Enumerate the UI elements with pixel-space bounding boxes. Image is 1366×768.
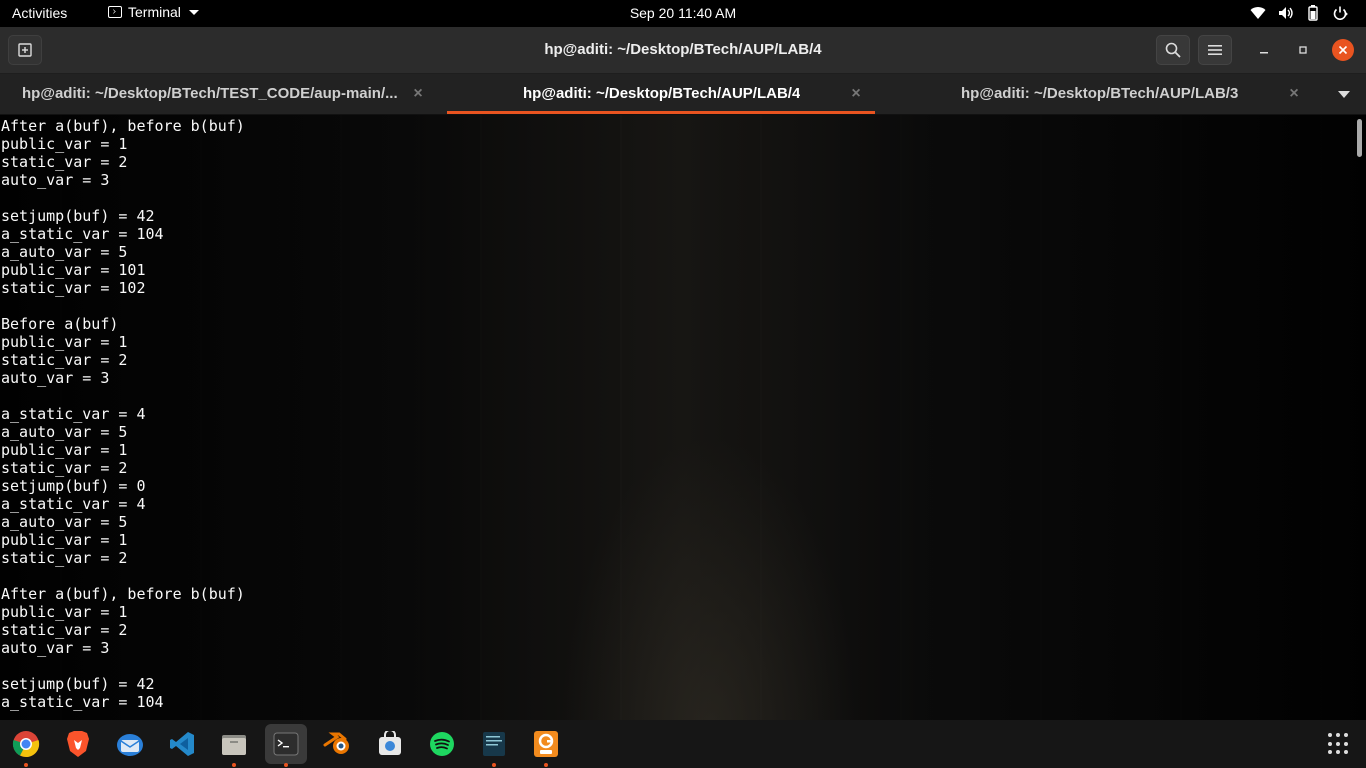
terminal-output-text: After a(buf), before b(buf) public_var =… (1, 117, 245, 711)
running-indicator (544, 763, 548, 767)
wifi-icon (1250, 7, 1266, 20)
power-icon (1333, 6, 1348, 20)
dock-blender[interactable] (317, 724, 359, 764)
files-icon (222, 735, 246, 755)
search-button[interactable] (1156, 35, 1190, 65)
show-applications-icon[interactable] (1328, 733, 1350, 755)
scrollbar-thumb[interactable] (1357, 119, 1362, 157)
dock-pdf-editor[interactable] (525, 724, 567, 767)
tab-list-chevron-icon[interactable] (1338, 91, 1350, 98)
close-button[interactable] (1332, 39, 1354, 61)
thunderbird-icon (117, 734, 143, 756)
chrome-icon (12, 731, 40, 758)
tab-lab-3[interactable]: hp@aditi: ~/Desktop/BTech/AUP/LAB/3 × (875, 74, 1315, 114)
dock-chrome[interactable] (5, 724, 47, 767)
spotify-icon (430, 732, 454, 756)
software-center-icon (379, 731, 401, 755)
dock-thunderbird[interactable] (109, 724, 151, 764)
terminal-output-area[interactable]: After a(buf), before b(buf) public_var =… (0, 115, 1366, 720)
dock-brave[interactable] (57, 724, 99, 764)
tab-close-icon[interactable]: × (1288, 86, 1300, 102)
dock-notes[interactable] (473, 724, 515, 767)
close-icon (1338, 45, 1348, 55)
terminal-icon (273, 732, 299, 756)
tab-aup-main[interactable]: hp@aditi: ~/Desktop/BTech/TEST_CODE/aup-… (0, 74, 447, 114)
pdf-editor-icon (534, 731, 558, 757)
running-indicator (284, 763, 288, 767)
running-indicator (492, 763, 496, 767)
minimize-icon (1260, 52, 1268, 54)
dock-terminal[interactable] (265, 724, 307, 767)
brave-icon (67, 731, 89, 757)
tab-close-icon[interactable]: × (412, 86, 424, 102)
top-bar: Activities Terminal Sep 20 11:40 AM (0, 0, 1366, 27)
maximize-icon (1299, 46, 1307, 54)
tab-lab-4[interactable]: hp@aditi: ~/Desktop/BTech/AUP/LAB/4 × (447, 74, 875, 114)
blender-icon (323, 732, 349, 754)
tab-label: hp@aditi: ~/Desktop/BTech/TEST_CODE/aup-… (22, 85, 398, 102)
tab-label: hp@aditi: ~/Desktop/BTech/AUP/LAB/4 (523, 85, 801, 102)
dock-vscode[interactable] (161, 724, 203, 764)
running-indicator (24, 763, 28, 767)
dock-spotify[interactable] (421, 724, 463, 764)
volume-icon (1279, 7, 1293, 19)
background-wallpaper-glow (560, 435, 860, 720)
minimize-button[interactable] (1254, 40, 1274, 60)
hamburger-menu-icon (1208, 45, 1222, 55)
clock[interactable]: Sep 20 11:40 AM (0, 5, 1366, 21)
running-indicator (232, 763, 236, 767)
battery-icon (1308, 5, 1318, 21)
maximize-button[interactable] (1293, 40, 1313, 60)
dock-software[interactable] (369, 724, 411, 764)
search-icon (1165, 42, 1181, 58)
tab-close-icon[interactable]: × (850, 86, 862, 102)
window-header: hp@aditi: ~/Desktop/BTech/AUP/LAB/4 (0, 27, 1366, 74)
dock (0, 720, 1366, 768)
tab-bar: hp@aditi: ~/Desktop/BTech/TEST_CODE/aup-… (0, 74, 1366, 115)
system-status-area[interactable] (1250, 5, 1348, 21)
dock-files[interactable] (213, 724, 255, 767)
vscode-icon (170, 732, 194, 756)
menu-button[interactable] (1198, 35, 1232, 65)
tab-label: hp@aditi: ~/Desktop/BTech/AUP/LAB/3 (961, 85, 1239, 102)
notes-icon (483, 732, 505, 756)
